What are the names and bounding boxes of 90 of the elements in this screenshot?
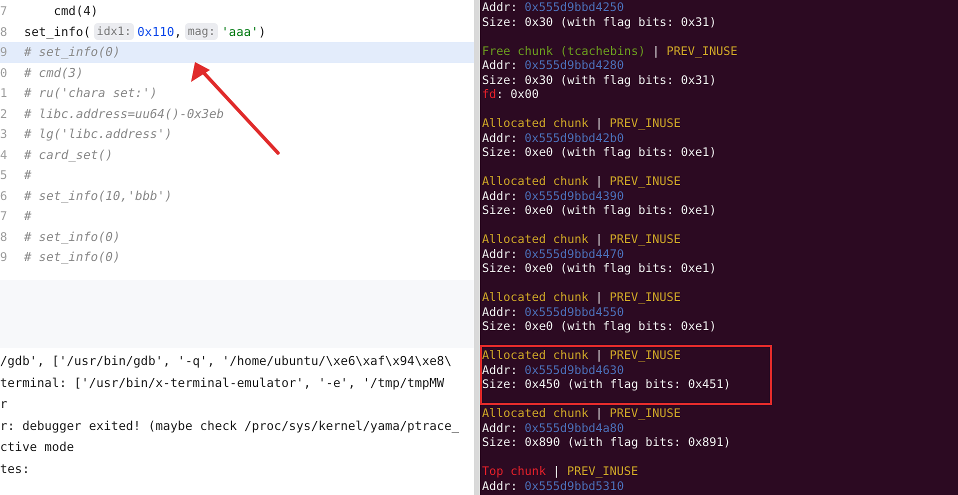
addr-label: Addr:: [482, 130, 518, 145]
line-number: 8: [0, 24, 8, 41]
console-line: /gdb', ['/usr/bin/gdb', '-q', '/home/ubuntu/\xe6\xaf\x94\xe8\: [0, 353, 453, 370]
code-token: # set_info(0): [24, 228, 120, 246]
console-line: r: debugger exited! (maybe check /proc/sys/kernel/yama/ptrace_: [0, 418, 460, 435]
addr-label: Addr:: [482, 362, 518, 377]
chunk-type: Allocated chunk: [482, 232, 589, 246]
parameter-hint: mag:: [184, 23, 218, 40]
console-line: ctive mode: [0, 439, 76, 456]
chunk-type: Allocated chunk: [482, 348, 589, 362]
chunk-flag-label: PREV_INUSE: [610, 232, 681, 246]
line-number: 4: [0, 146, 8, 164]
separator: |: [596, 174, 603, 188]
chunk-size: Size: 0x450 (with flag bits: 0x451): [482, 377, 732, 392]
code-token: # cmd(3): [24, 64, 84, 82]
fd-value: : 0x00: [496, 87, 539, 102]
console-line: tes:: [0, 460, 31, 478]
code-token: #: [24, 167, 32, 184]
chunk-flag-label: PREV_INUSE: [610, 406, 681, 420]
chunk-flag-label: PREV_INUSE: [666, 44, 738, 58]
separator: |: [596, 406, 603, 420]
code-token: 0x110: [137, 24, 174, 41]
chunk-flag-label: PREV_INUSE: [567, 464, 638, 478]
chunk-flag-label: PREV_INUSE: [610, 348, 681, 362]
line-number: 9: [0, 249, 8, 266]
console-line: terminal: ['/usr/bin/x-terminal-emulator', '-e', '/tmp/tmpMW: [0, 374, 446, 392]
chunk-address: 0x555d9bbd4550: [524, 304, 624, 319]
code-token: #: [24, 208, 32, 226]
line-number: 6: [0, 188, 8, 205]
chunk-type: Allocated chunk: [482, 406, 589, 420]
separator: |: [596, 116, 603, 130]
code-token: # set_info(0): [24, 249, 120, 266]
chunk-size: Size: 0xe0 (with flag bits: 0xe1): [482, 261, 718, 276]
separator: |: [596, 232, 603, 246]
code-token: ,: [174, 24, 182, 41]
separator: |: [596, 348, 603, 362]
chunk-type: Allocated chunk: [482, 290, 589, 304]
separator: |: [652, 44, 660, 58]
chunk-address: 0x555d9bbd42b0: [524, 130, 624, 145]
chunk-address: 0x555d9bbd4470: [524, 246, 624, 261]
line-number: 2: [0, 106, 8, 123]
code-token: # libc.address=uu64()-0x3eb: [24, 106, 224, 123]
addr-label: Addr:: [482, 0, 518, 14]
chunk-address: 0x555d9bbd4280: [524, 58, 624, 72]
addr-label: Addr:: [482, 420, 518, 435]
chunk-address: 0x555d9bbd4390: [524, 188, 624, 203]
chunk-flag-label: PREV_INUSE: [610, 290, 681, 304]
addr-label: Addr:: [482, 188, 518, 203]
addr-label: Addr:: [482, 478, 518, 493]
code-token: ): [258, 24, 266, 41]
separator: |: [552, 464, 560, 478]
addr-label: Addr:: [482, 58, 518, 72]
parameter-hint: idx1:: [94, 23, 134, 40]
line-number: 5: [0, 167, 8, 184]
chunk-size: Size: 0x30 (with flag bits: 0x31): [482, 14, 718, 29]
line-number: 0: [0, 64, 8, 82]
code-token: # set_info(10,'bbb'): [24, 188, 172, 205]
chunk-size: Size: 0xe0 (with flag bits: 0xe1): [482, 203, 718, 218]
console-line: r: [0, 396, 8, 413]
addr-label: Addr:: [482, 246, 518, 261]
chunk-type: Top chunk: [482, 464, 546, 478]
chunk-flag-label: PREV_INUSE: [610, 116, 681, 130]
addr-label: Addr:: [482, 304, 518, 319]
chunk-type: Allocated chunk: [482, 116, 589, 130]
line-number: 9: [0, 44, 8, 62]
chunk-type: Free chunk (tcachebins): [482, 44, 646, 58]
chunk-type: Allocated chunk: [482, 174, 589, 188]
line-number: 8: [0, 228, 8, 246]
chunk-address: 0x555d9bbd5310: [524, 478, 624, 493]
code-token: # lg('libc.address'): [24, 126, 172, 144]
chunk-flag-label: PREV_INUSE: [610, 174, 681, 188]
code-token: # ru('chara set:'): [24, 85, 158, 102]
code-token: # set_info(0): [24, 44, 120, 62]
line-number: 1: [0, 85, 8, 102]
chunk-address: 0x555d9bbd4250: [524, 0, 624, 14]
code-token: # card_set(): [24, 146, 113, 164]
separator: |: [596, 290, 603, 304]
chunk-size: Size: 0x890 (with flag bits: 0x891): [482, 435, 732, 450]
code-token: cmd(4): [52, 3, 98, 20]
fd-label: fd: [482, 87, 496, 102]
code-token: 'aaa': [221, 24, 258, 41]
chunk-size: Size: 0xe0 (with flag bits: 0xe1): [482, 145, 718, 160]
line-number: 7: [0, 3, 8, 20]
chunk-address: 0x555d9bbd4a80: [524, 420, 624, 435]
chunk-address: 0x555d9bbd4630: [524, 362, 624, 377]
chunk-size: Size: 0xe0 (with flag bits: 0xe1): [482, 319, 718, 334]
line-number: 3: [0, 126, 8, 144]
code-token: set_info(: [24, 24, 91, 41]
chunk-size: Size: 0x30 (with flag bits: 0x31): [482, 72, 718, 87]
line-number: 7: [0, 208, 8, 226]
